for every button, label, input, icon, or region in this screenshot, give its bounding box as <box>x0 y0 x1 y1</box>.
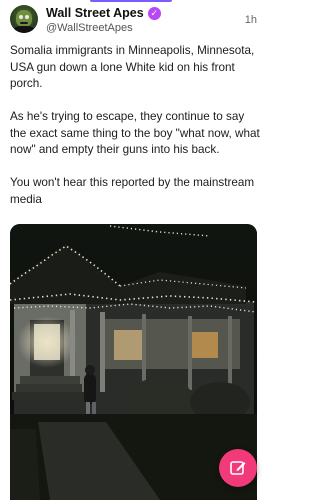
post-body: Somalia immigrants in Minneapolis, Minne… <box>10 43 260 225</box>
author-handle[interactable]: @WallStreetApes <box>46 22 133 34</box>
compose-edit-icon <box>230 461 246 475</box>
author-name-row: Wall Street Apes ✓ <box>46 5 161 21</box>
author-avatar[interactable] <box>10 5 38 33</box>
verified-badge-icon: ✓ <box>147 6 161 20</box>
video-frame <box>10 224 257 500</box>
post-paragraph: As he's trying to escape, they continue … <box>10 110 260 156</box>
top-accent-bar <box>90 0 172 2</box>
author-name[interactable]: Wall Street Apes <box>46 6 144 20</box>
post-timestamp: 1h <box>244 14 257 26</box>
post-video[interactable] <box>10 224 257 500</box>
post-header: Wall Street Apes ✓ @WallStreetApes 1h <box>10 4 257 38</box>
compose-button[interactable] <box>219 449 257 487</box>
post-paragraph: Somalia immigrants in Minneapolis, Minne… <box>10 44 255 90</box>
post-paragraph: You won't hear this reported by the main… <box>10 176 255 206</box>
